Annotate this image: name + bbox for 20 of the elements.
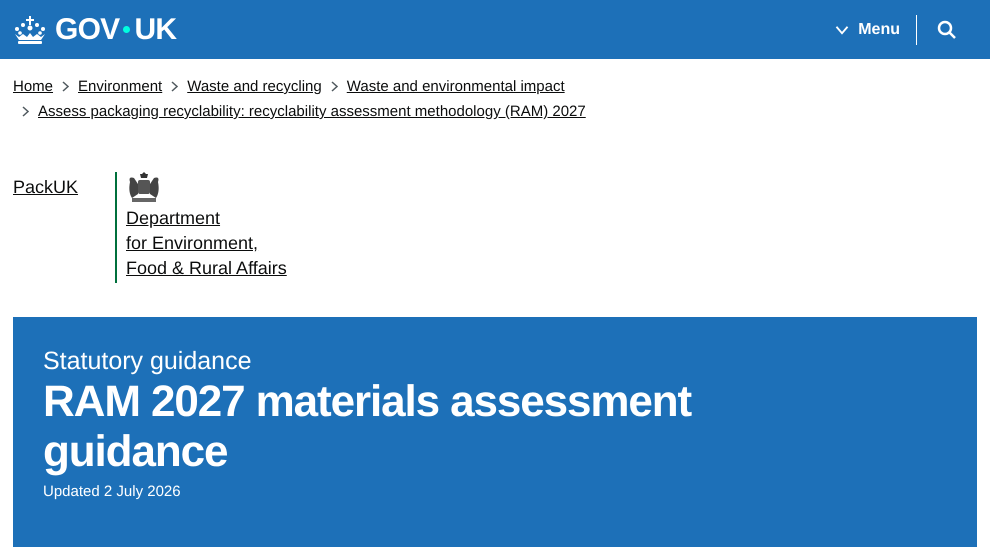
document-type: Statutory guidance <box>43 346 252 377</box>
breadcrumb-link[interactable]: Home <box>13 74 54 99</box>
crown-icon <box>13 14 47 44</box>
menu-button[interactable]: Menu <box>834 18 916 42</box>
breadcrumb-link[interactable]: Waste and environmental impact <box>346 74 565 99</box>
chevron-icon <box>62 81 70 92</box>
breadcrumb-link[interactable]: Environment <box>78 74 162 99</box>
department-link[interactable]: Department for Environment, Food & Rural Affairs <box>126 206 287 281</box>
breadcrumb-link[interactable]: Waste and recycling <box>187 74 322 99</box>
chevron-icon <box>171 81 178 92</box>
chevron-icon <box>22 106 29 117</box>
updated-date: Updated 2 July 2026 <box>43 482 182 502</box>
gov-uk-logo[interactable]: GOV UK <box>13 7 176 52</box>
chevron-icon <box>330 81 338 92</box>
search-icon <box>937 20 957 40</box>
page-title: RAM 2027 materials assessment guidance <box>43 377 693 477</box>
organisation-link[interactable]: PackUK <box>13 172 81 201</box>
logo-text: UK <box>134 12 176 48</box>
breadcrumb-link[interactable]: Assess packaging recyclability: recyclability assessment methodology (RAM) 2027 <box>38 99 586 124</box>
logo-text: GOV <box>55 12 120 48</box>
